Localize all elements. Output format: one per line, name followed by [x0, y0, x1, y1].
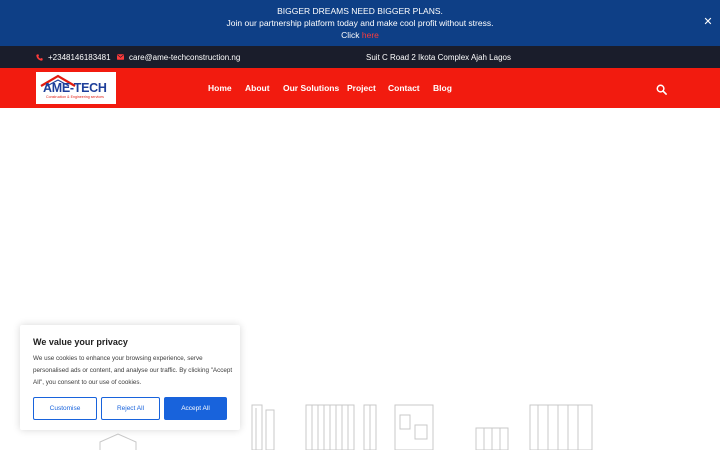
cookie-title: We value your privacy [33, 337, 128, 347]
nav-project[interactable]: Project [347, 68, 376, 108]
contact-email[interactable]: care@ame-techconstruction.ng [117, 46, 240, 68]
search-icon [656, 84, 667, 95]
customise-button[interactable]: Customise [33, 397, 97, 420]
announcement-click-line: Click here [0, 29, 720, 41]
nav-blog[interactable]: Blog [433, 68, 452, 108]
announcement-here-link[interactable]: here [362, 30, 379, 40]
announcement-message: Join our partnership platform today and … [226, 18, 494, 28]
cookie-description: We use cookies to enhance your browsing … [33, 355, 233, 386]
phone-icon [36, 53, 43, 61]
contact-bar: +2348146183481 care@ame-techconstruction… [0, 46, 720, 68]
envelope-icon [117, 54, 124, 60]
site-header: AME-TECH Construction & Engineering serv… [0, 68, 720, 108]
email-address: care@ame-techconstruction.ng [129, 52, 241, 62]
address-text: Suit C Road 2 Ikota Complex Ajah Lagos [366, 52, 511, 62]
nav-our-solutions[interactable]: Our Solutions [283, 68, 339, 108]
main-nav: Home About Our Solutions Project Contact… [0, 68, 720, 108]
nav-contact[interactable]: Contact [388, 68, 420, 108]
accept-all-button[interactable]: Accept All [164, 397, 227, 420]
announcement-headline: BIGGER DREAMS NEED BIGGER PLANS. [277, 6, 443, 16]
close-icon[interactable]: ✕ [702, 16, 714, 28]
phone-number: +2348146183481 [48, 52, 111, 62]
search-button[interactable] [656, 82, 668, 95]
announcement-click-prefix: Click [341, 30, 362, 40]
cookie-consent-banner: We value your privacy We use cookies to … [20, 325, 240, 430]
nav-about[interactable]: About [245, 68, 270, 108]
contact-address: Suit C Road 2 Ikota Complex Ajah Lagos [366, 46, 511, 68]
reject-all-button[interactable]: Reject All [101, 397, 160, 420]
contact-phone[interactable]: +2348146183481 [36, 46, 111, 68]
nav-home[interactable]: Home [208, 68, 232, 108]
announcement-bar: BIGGER DREAMS NEED BIGGER PLANS. Join ou… [0, 0, 720, 46]
